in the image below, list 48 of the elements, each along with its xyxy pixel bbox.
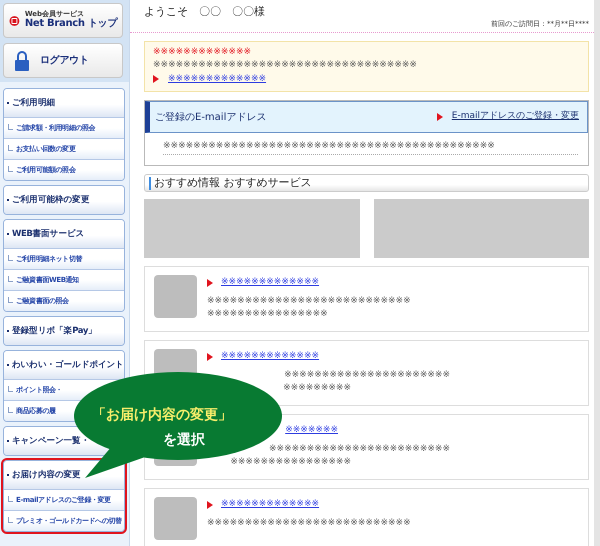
- card-link[interactable]: ※※※※※※※※※※※※※: [221, 350, 320, 364]
- card-text: ※※※※※※※※※※※※※※※※※※※※※※※※: [269, 444, 450, 455]
- corner-icon: [8, 276, 13, 282]
- email-change-link[interactable]: E-mailアドレスのご登録・変更: [452, 110, 579, 124]
- welcome-text: ようこそ 〇〇 〇〇様: [144, 4, 266, 20]
- email-value: ※※※※※※※※※※※※※※※※※※※※※※※※※※※※※※※※※※※※※※※※※※※※: [163, 141, 578, 155]
- menu-header[interactable]: WEB書面サービス: [4, 220, 124, 248]
- menu-header[interactable]: ご利用可能枠の変更: [4, 186, 124, 214]
- corner-icon: [8, 406, 13, 412]
- section-title: おすすめ情報 おすすめサービス: [154, 174, 312, 191]
- thumbnail-placeholder: [154, 275, 197, 318]
- card-link[interactable]: ※※※※※※※※※※※※※: [221, 498, 320, 512]
- card-text: ※※※※※※※※※: [283, 382, 351, 394]
- corner-icon: [8, 166, 13, 172]
- corner-icon: [8, 296, 13, 302]
- card-text: ※※※※※※※※※※※※※※※※※※※※※※: [284, 370, 450, 381]
- arrow-icon: [207, 501, 213, 510]
- card-text: ※※※※※※※※※※※※※※※※: [207, 308, 329, 320]
- corner-icon: [8, 516, 13, 522]
- card-text: ※※※※※※※※※※※※※※※※: [230, 456, 351, 468]
- banner-placeholder[interactable]: [374, 199, 589, 258]
- corner-icon: [8, 254, 13, 260]
- arrow-icon: [207, 353, 213, 362]
- menu-header[interactable]: 登録型リボ「楽Pay」: [4, 317, 124, 345]
- callout-text: を選択: [163, 431, 205, 450]
- corner-icon: [8, 124, 13, 130]
- arrow-icon: [436, 113, 443, 122]
- menu-header[interactable]: ご利用明細: [4, 89, 124, 117]
- card-text: ※※※※※※※※※※※※※※※※※※※※※※※※※※※: [207, 518, 411, 529]
- accent-bar: [149, 176, 151, 190]
- notice-link[interactable]: ※※※※※※※※※※※※※: [168, 72, 266, 86]
- card-text: ※※※※※※※※※※※※※※※※※※※※※※※※※※※: [207, 296, 411, 307]
- notice-text: ※※※※※※※※※※※※※※※※※※※※※※※※※※※※※※※※※※※: [153, 60, 418, 71]
- arrow-icon: [153, 75, 159, 84]
- corner-icon: [8, 496, 13, 502]
- corner-icon: [8, 144, 13, 150]
- logout-button[interactable]: ログアウト: [3, 43, 123, 78]
- menu-header[interactable]: お届け内容の変更: [4, 461, 124, 489]
- card-link[interactable]: ※※※※※※※: [285, 424, 338, 438]
- notice-title: ※※※※※※※※※※※※※: [153, 47, 252, 58]
- email-title: ご登録のE-mailアドレス: [155, 110, 266, 125]
- lock-icon: [14, 50, 30, 72]
- banner-placeholder[interactable]: [144, 199, 360, 258]
- card-link[interactable]: ※※※※※※※※※※※※※: [221, 276, 320, 290]
- menu-header[interactable]: わいわい・ゴールドポイント: [4, 351, 124, 379]
- thumbnail-placeholder: [154, 497, 197, 540]
- arrow-icon: [207, 279, 213, 288]
- corner-icon: [8, 386, 13, 392]
